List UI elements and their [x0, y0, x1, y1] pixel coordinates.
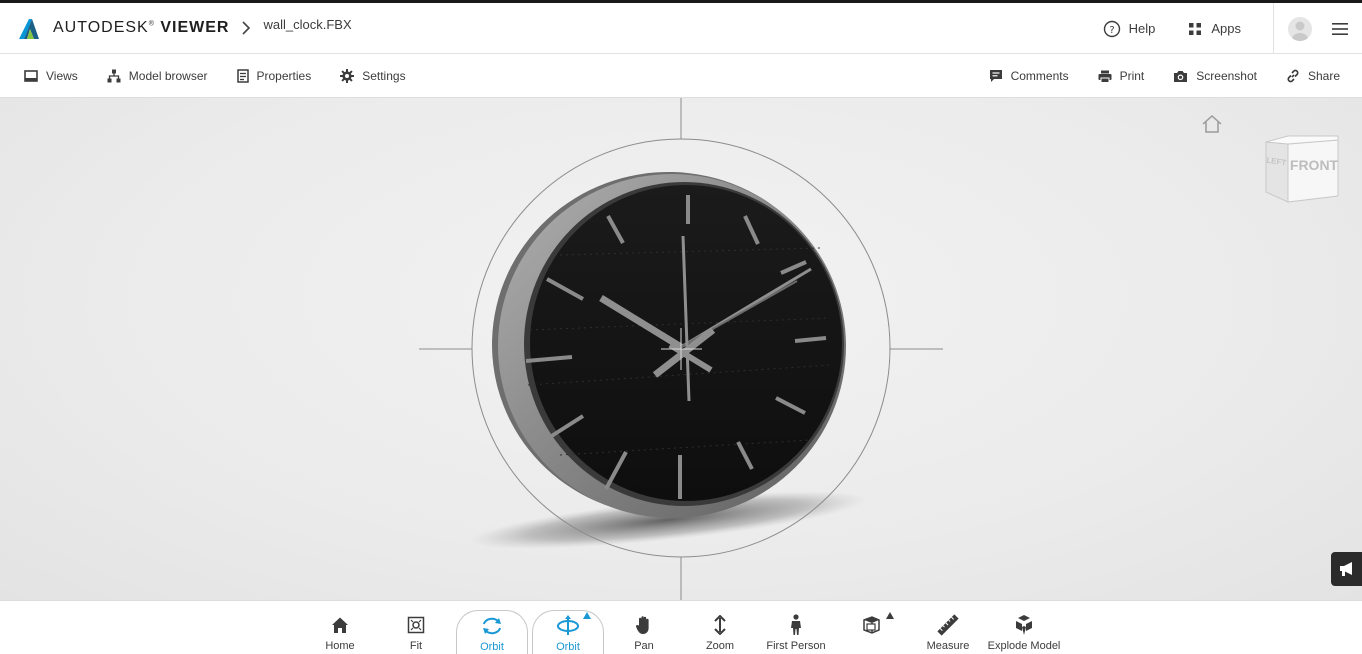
fit-icon [407, 616, 425, 634]
viewcube-home-icon[interactable] [1200, 113, 1224, 135]
screenshot-button[interactable]: Screenshot [1173, 69, 1257, 83]
home-label: Home [325, 640, 355, 652]
properties-label: Properties [256, 69, 312, 83]
camera-views-flyout-caret-icon[interactable] [886, 612, 894, 619]
measure-button[interactable]: Measure [915, 601, 981, 654]
camera-icon [1174, 70, 1188, 82]
apps-label: Apps [1211, 21, 1241, 36]
help-label: Help [1128, 21, 1156, 36]
views-label: Views [46, 69, 78, 83]
settings-label: Settings [362, 69, 406, 83]
secondary-toolbar: Views Model browser Properties Settings … [0, 54, 1362, 98]
print-button[interactable]: Print [1098, 69, 1145, 83]
comments-button[interactable]: Comments [989, 69, 1069, 83]
help-icon: ? [1103, 20, 1120, 37]
viewcube-front-label: FRONT [1290, 157, 1339, 173]
model-browser-button[interactable]: Model browser [107, 69, 208, 83]
person-icon [791, 614, 801, 635]
zoom-button[interactable]: Zoom [687, 601, 753, 654]
user-icon [1292, 21, 1308, 41]
ruler-icon [937, 614, 959, 636]
fit-button[interactable]: Fit [383, 601, 449, 654]
print-label: Print [1119, 69, 1145, 83]
help-link[interactable]: ? Help [1103, 20, 1156, 38]
printer-icon [1098, 70, 1112, 83]
free-orbit-button[interactable]: Orbit [532, 610, 604, 654]
model-viewport[interactable]: FRONT LEFT [0, 98, 1362, 600]
first-person-button[interactable]: First Person [763, 601, 829, 654]
free-orbit-label: Orbit [556, 641, 580, 653]
hand-icon [635, 616, 649, 634]
pan-button[interactable]: Pan [611, 601, 677, 654]
top-bar: AUTODESK® VIEWER wall_clock.FBX ? Help A… [0, 0, 1362, 54]
free-orbit-icon [557, 615, 579, 635]
pan-label: Pan [634, 640, 654, 652]
home-button[interactable]: Home [307, 601, 373, 654]
home-icon [332, 617, 348, 633]
wall-clock-model [419, 98, 943, 600]
explode-icon [1016, 615, 1032, 635]
link-icon [1287, 69, 1299, 83]
model-browser-icon [107, 69, 121, 83]
camera-views-icon [863, 616, 880, 634]
brand-name: AUTODESK® VIEWER [53, 19, 230, 36]
orbit-button[interactable]: Orbit [456, 610, 528, 654]
user-avatar[interactable] [1288, 16, 1312, 41]
viewcube[interactable]: FRONT LEFT [1262, 134, 1340, 208]
comments-label: Comments [1010, 69, 1069, 83]
camera-views-button[interactable] [839, 601, 905, 654]
model-browser-label: Model browser [128, 69, 208, 83]
feedback-button[interactable] [1331, 552, 1362, 586]
apps-link[interactable]: Apps [1187, 21, 1241, 37]
hamburger-menu-icon[interactable] [1332, 22, 1348, 36]
screenshot-label: Screenshot [1196, 69, 1257, 83]
explode-model-button[interactable]: Explode Model [988, 601, 1060, 654]
gear-icon [340, 69, 355, 83]
header-divider [1273, 3, 1274, 54]
views-icon [24, 70, 38, 82]
orbit-flyout-caret-icon[interactable] [583, 612, 591, 619]
top-right-actions: ? Help Apps [1103, 3, 1362, 54]
orbit-label: Orbit [480, 641, 504, 653]
chevron-right-icon [242, 21, 251, 35]
share-button[interactable]: Share [1286, 69, 1340, 83]
measure-label: Measure [926, 640, 970, 652]
apps-grid-icon [1189, 22, 1202, 35]
explode-model-label: Explode Model [987, 640, 1061, 652]
svg-text:?: ? [1109, 25, 1114, 36]
properties-button[interactable]: Properties [236, 69, 312, 83]
comment-icon [989, 70, 1002, 82]
views-button[interactable]: Views [24, 69, 78, 83]
first-person-label: First Person [766, 640, 826, 652]
navigation-toolbar: Home Fit Orbit Orbit Pan Zoom First Pers… [0, 600, 1362, 654]
share-label: Share [1307, 69, 1340, 83]
toolbar-left-group: Views Model browser Properties Settings [24, 54, 435, 98]
zoom-label: Zoom [705, 640, 735, 652]
clock-body [492, 171, 846, 518]
fit-label: Fit [409, 640, 423, 652]
autodesk-logo-icon [19, 19, 39, 39]
file-name: wall_clock.FBX [263, 16, 352, 32]
settings-button[interactable]: Settings [340, 69, 406, 83]
orbit-icon [483, 617, 501, 635]
zoom-arrows-icon [714, 615, 726, 635]
brand[interactable]: AUTODESK® VIEWER wall_clock.FBX [17, 17, 352, 39]
toolbar-right-group: Comments Print Screenshot Share [960, 54, 1340, 98]
properties-icon [236, 69, 249, 83]
megaphone-icon [1339, 562, 1352, 576]
